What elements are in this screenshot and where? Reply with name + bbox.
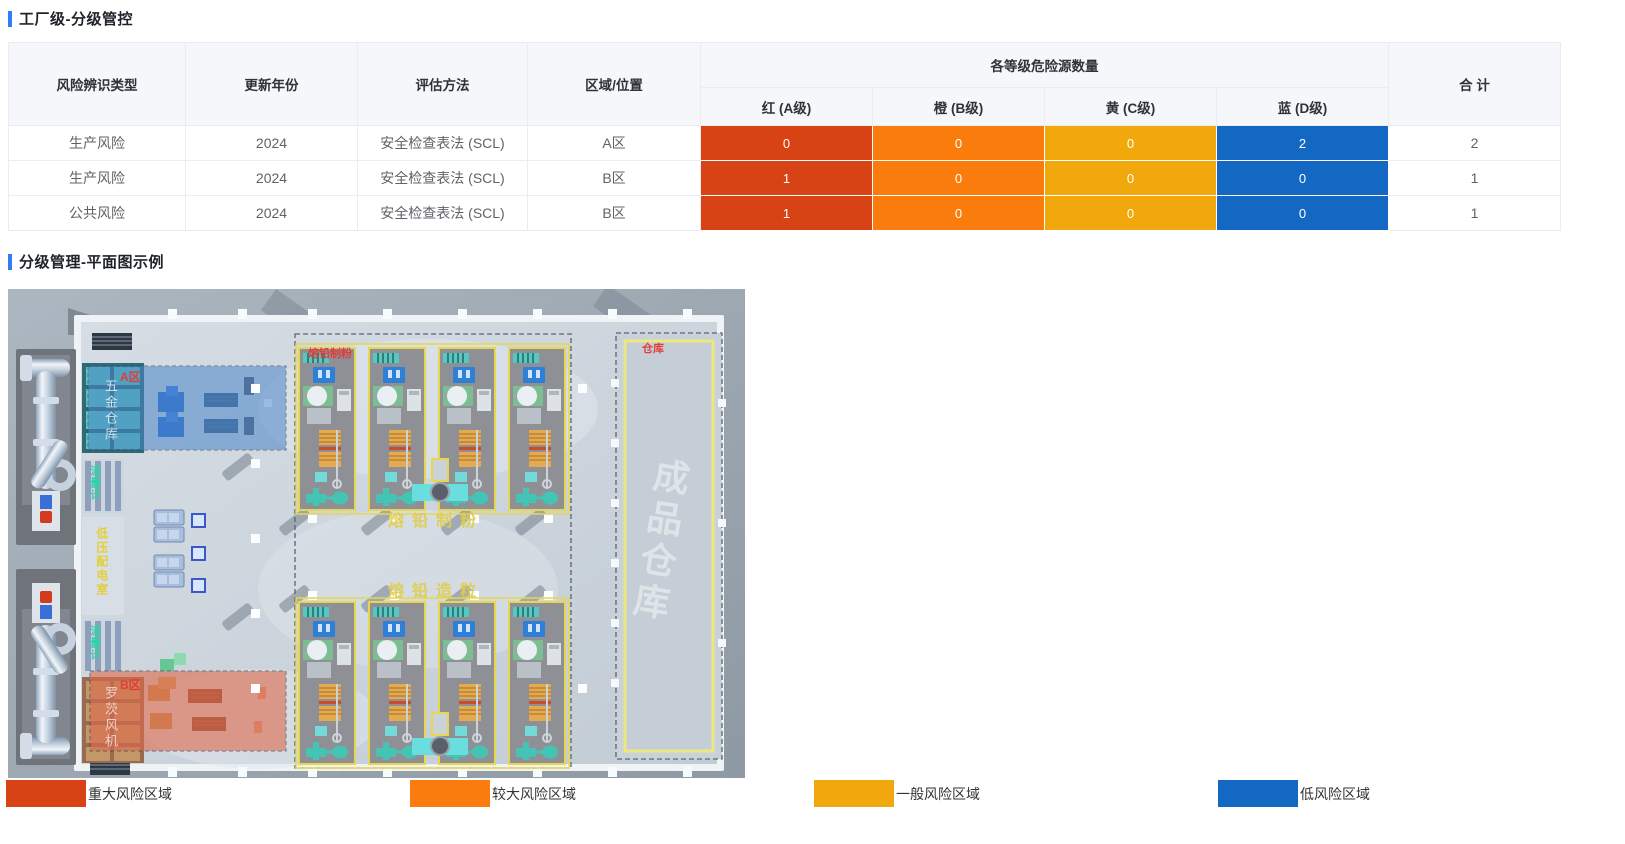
title-accent-bar xyxy=(8,11,12,27)
col-header-orange-b: 橙 (B级) xyxy=(873,88,1045,126)
cell-red-count: 1 xyxy=(701,161,873,196)
cell-orange-count: 0 xyxy=(873,196,1045,231)
col-header-risk-type: 风险辨识类型 xyxy=(9,43,186,126)
flow-meter-room-top xyxy=(82,459,124,513)
lv-distribution-room xyxy=(82,517,124,615)
stairs-bottom xyxy=(90,761,130,775)
section-title-plan: 分级管理-平面图示例 xyxy=(8,252,1625,271)
table-row: 生产风险 2024 安全检查表法 (SCL) B区 1 0 0 0 1 xyxy=(9,161,1561,196)
cell-yellow-count: 0 xyxy=(1045,196,1217,231)
legend-label-general-risk: 一般风险区域 xyxy=(896,784,980,804)
col-header-update-year: 更新年份 xyxy=(186,43,358,126)
legend-swatch-general-risk xyxy=(814,780,894,807)
col-header-group-hazard-counts: 各等级危险源数量 xyxy=(701,43,1389,88)
risk-legend: 重大风险区域 较大风险区域 一般风险区域 低风险区域 xyxy=(0,780,1625,814)
cell-total: 2 xyxy=(1389,126,1561,161)
cell-blue-count: 2 xyxy=(1217,126,1389,161)
cell-red-count: 1 xyxy=(701,196,873,231)
floor-plan-render xyxy=(8,289,745,778)
cell-blue-count: 0 xyxy=(1217,161,1389,196)
legend-item-general-risk: 一般风险区域 xyxy=(814,780,980,807)
col-header-yellow-c: 黄 (C级) xyxy=(1045,88,1217,126)
col-header-blue-d: 蓝 (D级) xyxy=(1217,88,1389,126)
cell-total: 1 xyxy=(1389,161,1561,196)
legend-item-low-risk: 低风险区域 xyxy=(1218,780,1370,807)
cell-red-count: 0 xyxy=(701,126,873,161)
col-header-method: 评估方法 xyxy=(358,43,528,126)
table-row: 公共风险 2024 安全检查表法 (SCL) B区 1 0 0 0 1 xyxy=(9,196,1561,231)
floor-plan-image: A区 五金仓库 流量计 低压配电室 流量计 B区 罗茨风机 熔铅制粉 熔铅制粉 … xyxy=(8,289,745,778)
legend-label-low-risk: 低风险区域 xyxy=(1300,784,1370,804)
table-row: 生产风险 2024 安全检查表法 (SCL) A区 0 0 0 2 2 xyxy=(9,126,1561,161)
col-header-red-a: 红 (A级) xyxy=(701,88,873,126)
legend-swatch-major-risk xyxy=(6,780,86,807)
cell-risk-type: 公共风险 xyxy=(9,196,186,231)
cell-location: A区 xyxy=(528,126,701,161)
zone-a-low-risk-overlay xyxy=(88,366,286,450)
legend-swatch-larger-risk xyxy=(410,780,490,807)
cell-orange-count: 0 xyxy=(873,161,1045,196)
cell-orange-count: 0 xyxy=(873,126,1045,161)
legend-item-major-risk: 重大风险区域 xyxy=(6,780,172,807)
zone-b-major-risk-overlay xyxy=(90,671,286,751)
cell-location: B区 xyxy=(528,161,701,196)
risk-table: 风险辨识类型 更新年份 评估方法 区域/位置 各等级危险源数量 合 计 红 (A… xyxy=(8,42,1561,231)
section-title-factory: 工厂级-分级管控 xyxy=(8,9,1625,28)
cell-update-year: 2024 xyxy=(186,196,358,231)
section-title-plan-text: 分级管理-平面图示例 xyxy=(19,251,164,272)
cell-total: 1 xyxy=(1389,196,1561,231)
cell-yellow-count: 0 xyxy=(1045,161,1217,196)
col-header-total: 合 计 xyxy=(1389,43,1561,126)
cell-update-year: 2024 xyxy=(186,161,358,196)
cell-risk-type: 生产风险 xyxy=(9,126,186,161)
pipe-assembly-top xyxy=(16,349,76,545)
cell-method: 安全检查表法 (SCL) xyxy=(358,126,528,161)
page: 工厂级-分级管控 风险辨识类型 更新年份 评估方法 区域/位置 各等级危险源数量… xyxy=(0,0,1625,844)
pipe-assembly-bottom xyxy=(16,569,76,765)
cell-blue-count: 0 xyxy=(1217,196,1389,231)
cell-risk-type: 生产风险 xyxy=(9,161,186,196)
title-accent-bar xyxy=(8,254,12,270)
cell-location: B区 xyxy=(528,196,701,231)
cell-update-year: 2024 xyxy=(186,126,358,161)
cell-yellow-count: 0 xyxy=(1045,126,1217,161)
legend-label-major-risk: 重大风险区域 xyxy=(88,784,172,804)
finished-goods-warehouse-area xyxy=(611,333,726,759)
section-title-factory-text: 工厂级-分级管控 xyxy=(19,8,133,29)
legend-item-larger-risk: 较大风险区域 xyxy=(410,780,576,807)
cell-method: 安全检查表法 (SCL) xyxy=(358,196,528,231)
legend-swatch-low-risk xyxy=(1218,780,1298,807)
flow-meter-room-bottom xyxy=(82,619,124,673)
col-header-location: 区域/位置 xyxy=(528,43,701,126)
legend-label-larger-risk: 较大风险区域 xyxy=(492,784,576,804)
cell-method: 安全检查表法 (SCL) xyxy=(358,161,528,196)
stairs-top xyxy=(92,333,132,350)
